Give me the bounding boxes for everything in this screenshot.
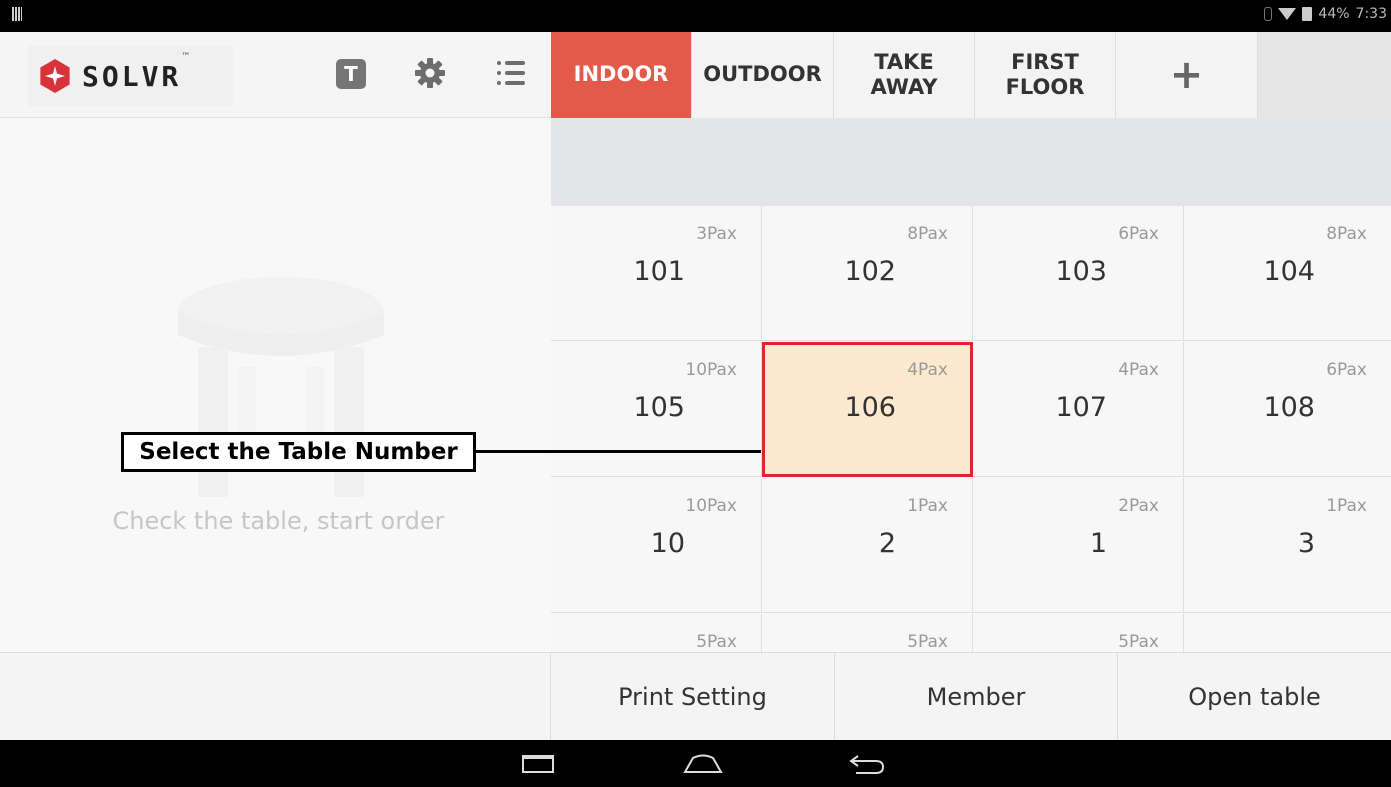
table-panel: INDOOR OUTDOOR TAKE AWAY FIRST FLOOR + 3Pa…	[551, 32, 1391, 652]
table-cell[interactable]: 5Pax	[973, 614, 1184, 652]
table-number: 101	[633, 256, 685, 287]
tab-label-line2: FLOOR	[1005, 75, 1085, 99]
table-pax: 1Pax	[907, 496, 948, 516]
tab-indoor[interactable]: INDOOR	[551, 32, 692, 118]
print-setting-button[interactable]: Print Setting	[551, 653, 835, 741]
table-cell[interactable]: 6Pax 103	[973, 206, 1184, 341]
table-pax: 10Pax	[685, 360, 737, 380]
table-cell[interactable]: 6Pax 108	[1184, 342, 1391, 477]
status-right: 44% 7:33	[1264, 6, 1387, 22]
table-pax: 5Pax	[696, 632, 737, 652]
table-pax: 10Pax	[685, 496, 737, 516]
table-pax: 6Pax	[1118, 224, 1159, 244]
app-root: 44% 7:33 SOLVR ™ T Check the table, star…	[0, 0, 1391, 787]
table-cell[interactable]: 4Pax 107	[973, 342, 1184, 477]
tab-take-away[interactable]: TAKE AWAY	[834, 32, 975, 118]
app-header: SOLVR ™ T	[0, 32, 551, 118]
bluetooth-icon	[1264, 7, 1273, 21]
table-cell[interactable]: 2Pax 1	[973, 478, 1184, 613]
back-icon[interactable]	[848, 752, 886, 776]
tab-first-floor[interactable]: FIRST FLOOR	[975, 32, 1116, 118]
table-number: 10	[650, 528, 685, 559]
gear-icon[interactable]	[413, 56, 447, 90]
table-cell[interactable]: 3Pax 101	[551, 206, 762, 341]
clock: 7:33	[1355, 6, 1387, 22]
area-tabs: INDOOR OUTDOOR TAKE AWAY FIRST FLOOR +	[551, 32, 1391, 118]
empty-order-message: Check the table, start order	[112, 507, 445, 535]
table-number: 106	[844, 392, 896, 423]
open-table-label: Open table	[1188, 683, 1321, 711]
table-grid: 3Pax 101 8Pax 102 6Pax 103 8Pax 104 10Pax 105 4Pax…	[551, 206, 1391, 652]
member-button[interactable]: Member	[835, 653, 1118, 741]
table-cell[interactable]	[1184, 614, 1391, 652]
table-pax: 8Pax	[1326, 224, 1367, 244]
table-mode-label: T	[344, 62, 358, 86]
table-pax: 5Pax	[907, 632, 948, 652]
table-cell[interactable]: 8Pax 102	[762, 206, 973, 341]
tab-label: INDOOR	[573, 62, 669, 87]
table-cell[interactable]: 8Pax 104	[1184, 206, 1391, 341]
table-cell[interactable]: 1Pax 2	[762, 478, 973, 613]
battery-percent: 44%	[1318, 6, 1350, 22]
table-cell[interactable]: 1Pax 3	[1184, 478, 1391, 613]
print-setting-label: Print Setting	[618, 683, 767, 711]
home-icon[interactable]	[683, 754, 723, 774]
notification-icon	[12, 7, 22, 21]
tab-label-line1: TAKE	[874, 49, 934, 74]
table-cell[interactable]: 10Pax 105	[551, 342, 762, 477]
table-number: 3	[1297, 528, 1315, 559]
plus-icon: +	[1169, 52, 1204, 98]
table-pax: 8Pax	[907, 224, 948, 244]
table-pax: 5Pax	[1118, 632, 1159, 652]
table-pax: 3Pax	[696, 224, 737, 244]
table-cell[interactable]: 5Pax	[762, 614, 973, 652]
bottom-action-bar: Print Setting Member Open table	[0, 652, 1391, 741]
table-pax: 6Pax	[1326, 360, 1367, 380]
area-subbar	[551, 118, 1391, 206]
system-nav-bar	[0, 740, 1391, 787]
table-number: 1	[1089, 528, 1107, 559]
solvr-logo: SOLVR ™	[28, 46, 233, 106]
table-number: 103	[1055, 256, 1107, 287]
order-panel: SOLVR ™ T Check the table, start order	[0, 32, 551, 652]
table-number: 108	[1263, 392, 1315, 423]
tab-label-line2: AWAY	[870, 75, 938, 99]
table-pax: 4Pax	[907, 360, 948, 380]
tab-label: OUTDOOR	[703, 62, 822, 87]
list-menu-icon[interactable]	[493, 56, 529, 90]
callout-pointer-line	[476, 450, 761, 453]
table-cell[interactable]: 5Pax	[551, 614, 762, 652]
table-number: 2	[878, 528, 896, 559]
table-cell[interactable]: 10Pax 10	[551, 478, 762, 613]
add-area-button[interactable]: +	[1116, 32, 1258, 118]
table-cell[interactable]: 4Pax 106	[762, 342, 973, 477]
tab-outdoor[interactable]: OUTDOOR	[692, 32, 834, 118]
logo-text: SOLVR	[82, 59, 182, 93]
annotation-callout: Select the Table Number	[121, 432, 476, 472]
battery-icon	[1302, 7, 1313, 21]
table-pax: 2Pax	[1118, 496, 1159, 516]
table-mode-icon[interactable]: T	[336, 59, 366, 89]
open-table-button[interactable]: Open table	[1118, 653, 1391, 741]
table-number: 107	[1055, 392, 1107, 423]
table-number: 102	[844, 256, 896, 287]
logo-trademark: ™	[181, 52, 191, 62]
table-pax: 1Pax	[1326, 496, 1367, 516]
empty-table-illustration	[178, 277, 384, 497]
table-number: 105	[633, 392, 685, 423]
tab-label-line1: FIRST	[1011, 49, 1079, 74]
member-label: Member	[926, 683, 1026, 711]
recent-apps-icon[interactable]	[522, 755, 554, 773]
table-number: 104	[1263, 256, 1315, 287]
status-bar: 44% 7:33	[0, 0, 1391, 32]
table-pax: 4Pax	[1118, 360, 1159, 380]
wifi-icon	[1278, 8, 1297, 20]
logo-mark-icon	[38, 59, 72, 93]
bottom-left-blank	[0, 653, 551, 741]
